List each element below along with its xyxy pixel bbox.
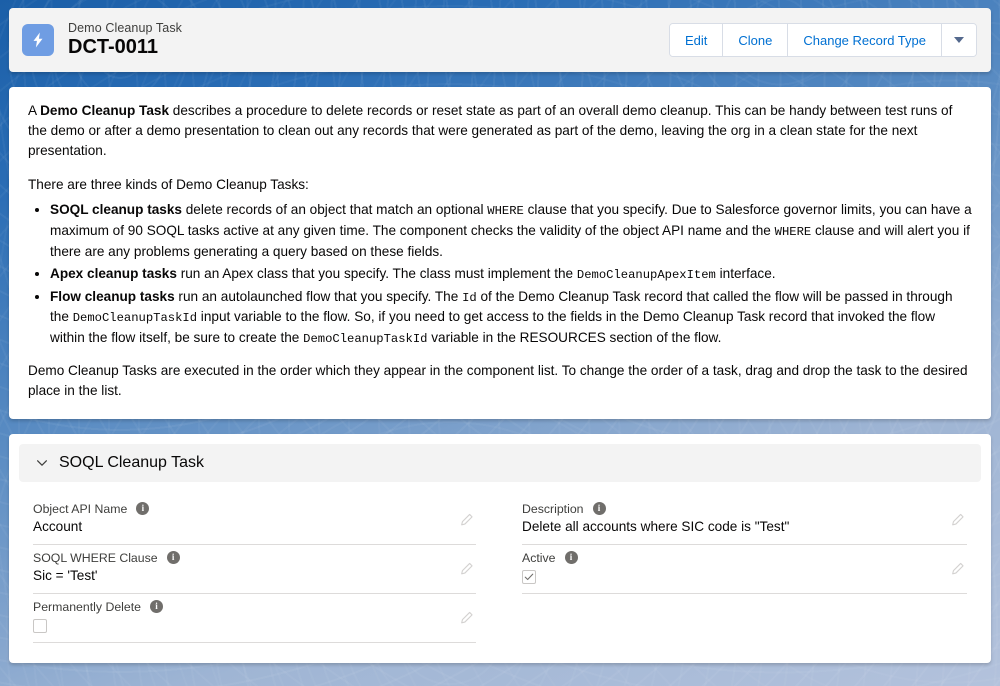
pencil-icon[interactable] xyxy=(950,512,965,527)
section-title: SOQL Cleanup Task xyxy=(59,453,204,471)
object-api-name-value: Account xyxy=(33,518,83,534)
change-record-type-button[interactable]: Change Record Type xyxy=(787,24,941,56)
edit-button[interactable]: Edit xyxy=(670,24,723,56)
info-icon[interactable]: i xyxy=(150,600,163,614)
bullet-2-t4: variable in the RESOURCES section of the… xyxy=(427,330,722,346)
field-grid: Object API Name i Account SOQL WHERE Cla… xyxy=(19,482,981,663)
header-actions: Edit Clone Change Record Type xyxy=(669,23,977,57)
bullet-2-t1: run an autolaunched flow that you specif… xyxy=(174,288,463,304)
description-card: A Demo Cleanup Task describes a procedur… xyxy=(9,87,991,419)
bullet-0-code2: WHERE xyxy=(774,225,812,240)
permanently-delete-checkbox[interactable] xyxy=(33,618,47,633)
more-actions-button[interactable] xyxy=(941,24,976,56)
intro-bold: Demo Cleanup Task xyxy=(40,103,170,118)
soql-where-clause-value: Sic = 'Test' xyxy=(33,567,98,583)
record-header-text: Demo Cleanup Task DCT-0011 xyxy=(68,21,669,59)
permanently-delete-label: Permanently Delete xyxy=(33,599,141,614)
chevron-down-icon xyxy=(954,37,964,43)
info-icon[interactable]: i xyxy=(564,551,578,565)
description-value: Delete all accounts where SIC code is "T… xyxy=(522,518,790,534)
description-label: Description xyxy=(522,501,584,516)
bullet-2-code1: Id xyxy=(462,290,477,305)
soql-where-clause-label: SOQL WHERE Clause xyxy=(33,550,158,565)
record-header: Demo Cleanup Task DCT-0011 Edit Clone Ch… xyxy=(9,8,991,72)
clone-button[interactable]: Clone xyxy=(722,24,788,56)
bullet-0-code1: WHERE xyxy=(487,204,524,219)
check-icon xyxy=(524,573,534,580)
lightning-bolt-icon xyxy=(22,24,54,56)
bullet-1-code1: DemoCleanupApexItem xyxy=(576,267,716,282)
field-label: SOQL WHERE Clause i xyxy=(33,551,446,565)
field-label: Active i xyxy=(522,551,937,565)
kinds-lead-in: There are three kinds of Demo Cleanup Ta… xyxy=(28,176,309,192)
task-kinds-list: SOQL cleanup tasks delete records of an … xyxy=(28,200,972,349)
pencil-icon[interactable] xyxy=(950,561,965,576)
active-label: Active xyxy=(522,550,556,565)
bullet-0-t1: delete records of an object that match a… xyxy=(181,202,488,218)
record-type-label: Demo Cleanup Task xyxy=(68,20,183,35)
field-permanently-delete: Permanently Delete i xyxy=(33,594,476,643)
list-item: SOQL cleanup tasks delete records of an … xyxy=(50,200,972,261)
soql-cleanup-task-card: SOQL Cleanup Task Object API Name i Acco… xyxy=(9,433,991,663)
section-header[interactable]: SOQL Cleanup Task xyxy=(19,443,981,482)
field-description: Description i Delete all accounts where … xyxy=(522,496,967,545)
active-value xyxy=(522,568,937,587)
chevron-down-icon[interactable] xyxy=(35,456,49,470)
ordering-paragraph: Demo Cleanup Tasks are executed in the o… xyxy=(28,363,968,398)
intro-pre: A xyxy=(28,103,41,118)
bullet-2-code2: DemoCleanupTaskId xyxy=(72,311,198,326)
info-icon[interactable]: i xyxy=(592,502,606,516)
list-item: Flow cleanup tasks run an autolaunched f… xyxy=(50,287,972,349)
bullet-1-bold: Apex cleanup tasks xyxy=(50,265,177,281)
object-api-name-label: Object API Name xyxy=(33,501,128,516)
field-object-api-name: Object API Name i Account xyxy=(33,496,476,545)
pencil-icon[interactable] xyxy=(459,561,474,576)
page-title: DCT-0011 xyxy=(68,36,159,59)
field-soql-where-clause: SOQL WHERE Clause i Sic = 'Test' xyxy=(33,545,476,594)
pencil-icon[interactable] xyxy=(459,512,474,527)
field-active: Active i xyxy=(522,545,967,594)
pencil-icon[interactable] xyxy=(459,610,474,625)
intro-paragraph: A Demo Cleanup Task describes a procedur… xyxy=(28,101,972,161)
record-page: Demo Cleanup Task DCT-0011 Edit Clone Ch… xyxy=(0,0,1000,686)
bullet-2-code3: DemoCleanupTaskId xyxy=(303,332,428,347)
permanently-delete-value xyxy=(33,617,446,636)
list-item: Apex cleanup tasks run an Apex class tha… xyxy=(50,264,972,285)
info-icon[interactable]: i xyxy=(166,551,180,565)
field-column-left: Object API Name i Account SOQL WHERE Cla… xyxy=(33,496,500,643)
bullet-1-t1: run an Apex class that you specify. The … xyxy=(176,265,577,281)
bullet-2-bold: Flow cleanup tasks xyxy=(50,288,175,304)
bullet-0-bold: SOQL cleanup tasks xyxy=(50,202,182,218)
field-label: Description i xyxy=(522,502,937,516)
field-label: Object API Name i xyxy=(33,502,446,516)
active-checkbox[interactable] xyxy=(522,569,536,584)
field-label: Permanently Delete i xyxy=(33,600,446,614)
info-icon[interactable]: i xyxy=(136,502,150,516)
field-column-right: Description i Delete all accounts where … xyxy=(500,496,967,643)
bullet-1-t2: interface. xyxy=(715,265,776,281)
